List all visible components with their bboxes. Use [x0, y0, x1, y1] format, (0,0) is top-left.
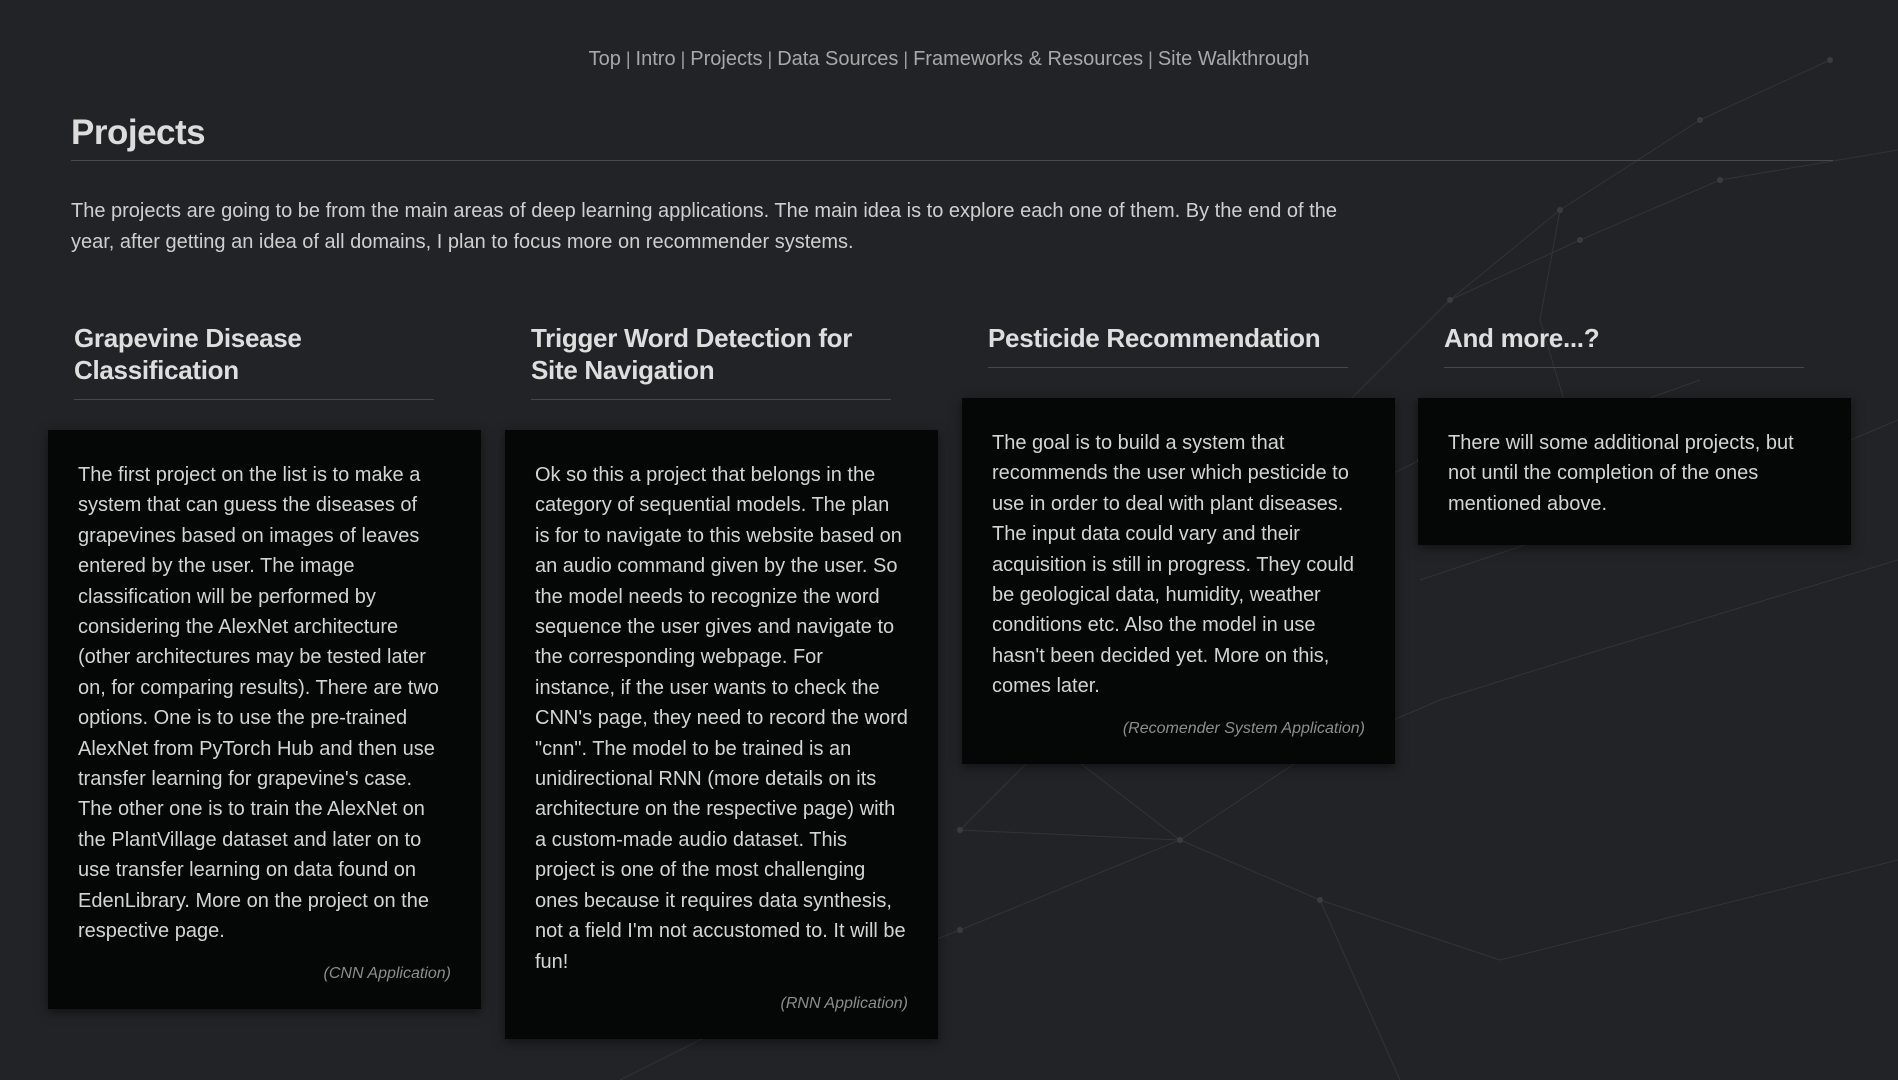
project-tag: (Recomender System Application) — [1122, 719, 1365, 737]
project-title: Pesticide Recommendation — [988, 322, 1348, 368]
project-description: There will some additional projects, but… — [1448, 432, 1794, 515]
section-divider — [71, 160, 1833, 161]
nav-separator: | — [680, 49, 686, 69]
project-card: There will some additional projects, but… — [1418, 398, 1851, 546]
top-navigation: Top | Intro | Projects | Data Sources | Framewor… — [0, 48, 1898, 71]
nav-separator: | — [625, 49, 631, 69]
section-intro: The projects are going to be from the ma… — [71, 200, 1337, 253]
project-tag: (RNN Application) — [780, 994, 908, 1012]
project-title: Trigger Word Detection for Site Navigati… — [531, 322, 891, 400]
project-column-and-more: And more...? There will some additional … — [1418, 322, 1874, 546]
project-description: The first project on the list is to make… — [78, 464, 439, 943]
nav-separator: | — [1148, 49, 1153, 69]
project-description: The goal is to build a system that recom… — [992, 432, 1355, 698]
project-title: Grapevine Disease Classification — [74, 322, 434, 400]
project-column-pesticide: Pesticide Recommendation The goal is to … — [962, 322, 1418, 764]
project-card: The goal is to build a system that recom… — [962, 398, 1395, 764]
nav-link-data-sources[interactable]: Data Sources — [777, 48, 898, 70]
nav-link-frameworks-resources[interactable]: Frameworks & Resources — [913, 48, 1143, 70]
nav-link-intro[interactable]: Intro — [636, 48, 676, 70]
project-description: Ok so this a project that belongs in the… — [535, 464, 908, 973]
project-column-grapevine: Grapevine Disease Classification The fir… — [48, 322, 504, 1009]
project-card: Ok so this a project that belongs in the… — [505, 430, 938, 1039]
section-title: Projects — [71, 113, 206, 152]
project-tag: (CNN Application) — [323, 964, 451, 982]
project-title: And more...? — [1444, 322, 1804, 368]
nav-separator: | — [767, 49, 773, 69]
project-card: The first project on the list is to make… — [48, 430, 481, 1009]
nav-separator: | — [903, 49, 909, 69]
nav-link-projects[interactable]: Projects — [690, 48, 762, 70]
nav-link-top[interactable]: Top — [589, 48, 621, 70]
project-column-trigger-word: Trigger Word Detection for Site Navigati… — [505, 322, 961, 1039]
nav-link-site-walkthrough[interactable]: Site Walkthrough — [1158, 48, 1310, 70]
